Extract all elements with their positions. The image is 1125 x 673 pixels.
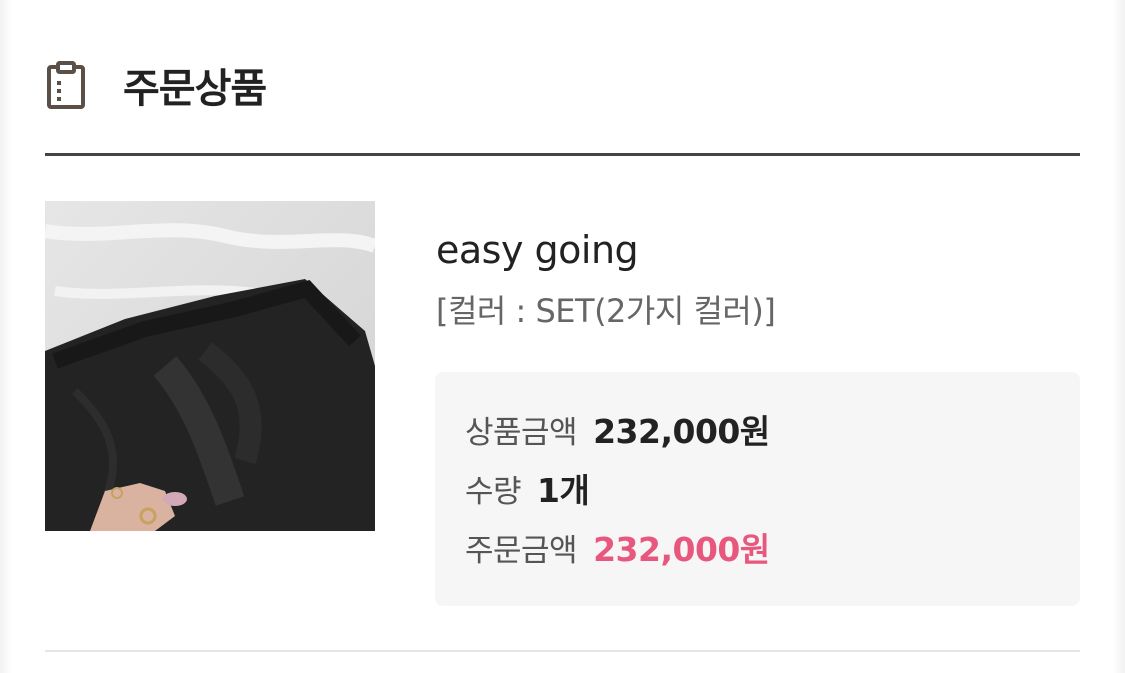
product-amount-row: 상품금액 232,000원 <box>465 402 1050 461</box>
quantity-label: 수량 <box>465 474 522 510</box>
bottom-divider <box>45 650 1080 652</box>
price-summary-box: 상품금액 232,000원 수량 1개 주문금액 232,000원 <box>435 372 1080 606</box>
clipboard-icon <box>45 55 93 115</box>
product-amount-value: 232,000원 <box>593 412 770 451</box>
product-amount-label: 상품금액 <box>465 415 578 451</box>
section-title: 주문상품 <box>123 66 267 112</box>
order-amount-row: 주문금액 232,000원 <box>465 520 1050 579</box>
product-option: [컬러 : SET(2가지 컬러)] <box>436 292 776 330</box>
right-edge-shadow <box>1113 0 1125 673</box>
quantity-value: 1개 <box>537 471 590 510</box>
header-divider <box>45 153 1080 156</box>
left-edge-shadow <box>0 0 12 673</box>
order-product-page: 주문상품 easy going [컬러 : SET(2가지 컬러)] 상품금액 … <box>0 0 1125 673</box>
product-name[interactable]: easy going <box>436 222 1080 278</box>
order-amount-label: 주문금액 <box>465 533 578 569</box>
order-amount-value: 232,000원 <box>593 530 770 569</box>
quantity-row: 수량 1개 <box>465 461 1050 520</box>
product-info: easy going [컬러 : SET(2가지 컬러)] <box>436 222 1080 334</box>
product-image[interactable] <box>45 201 375 531</box>
section-header: 주문상품 <box>45 50 1080 120</box>
